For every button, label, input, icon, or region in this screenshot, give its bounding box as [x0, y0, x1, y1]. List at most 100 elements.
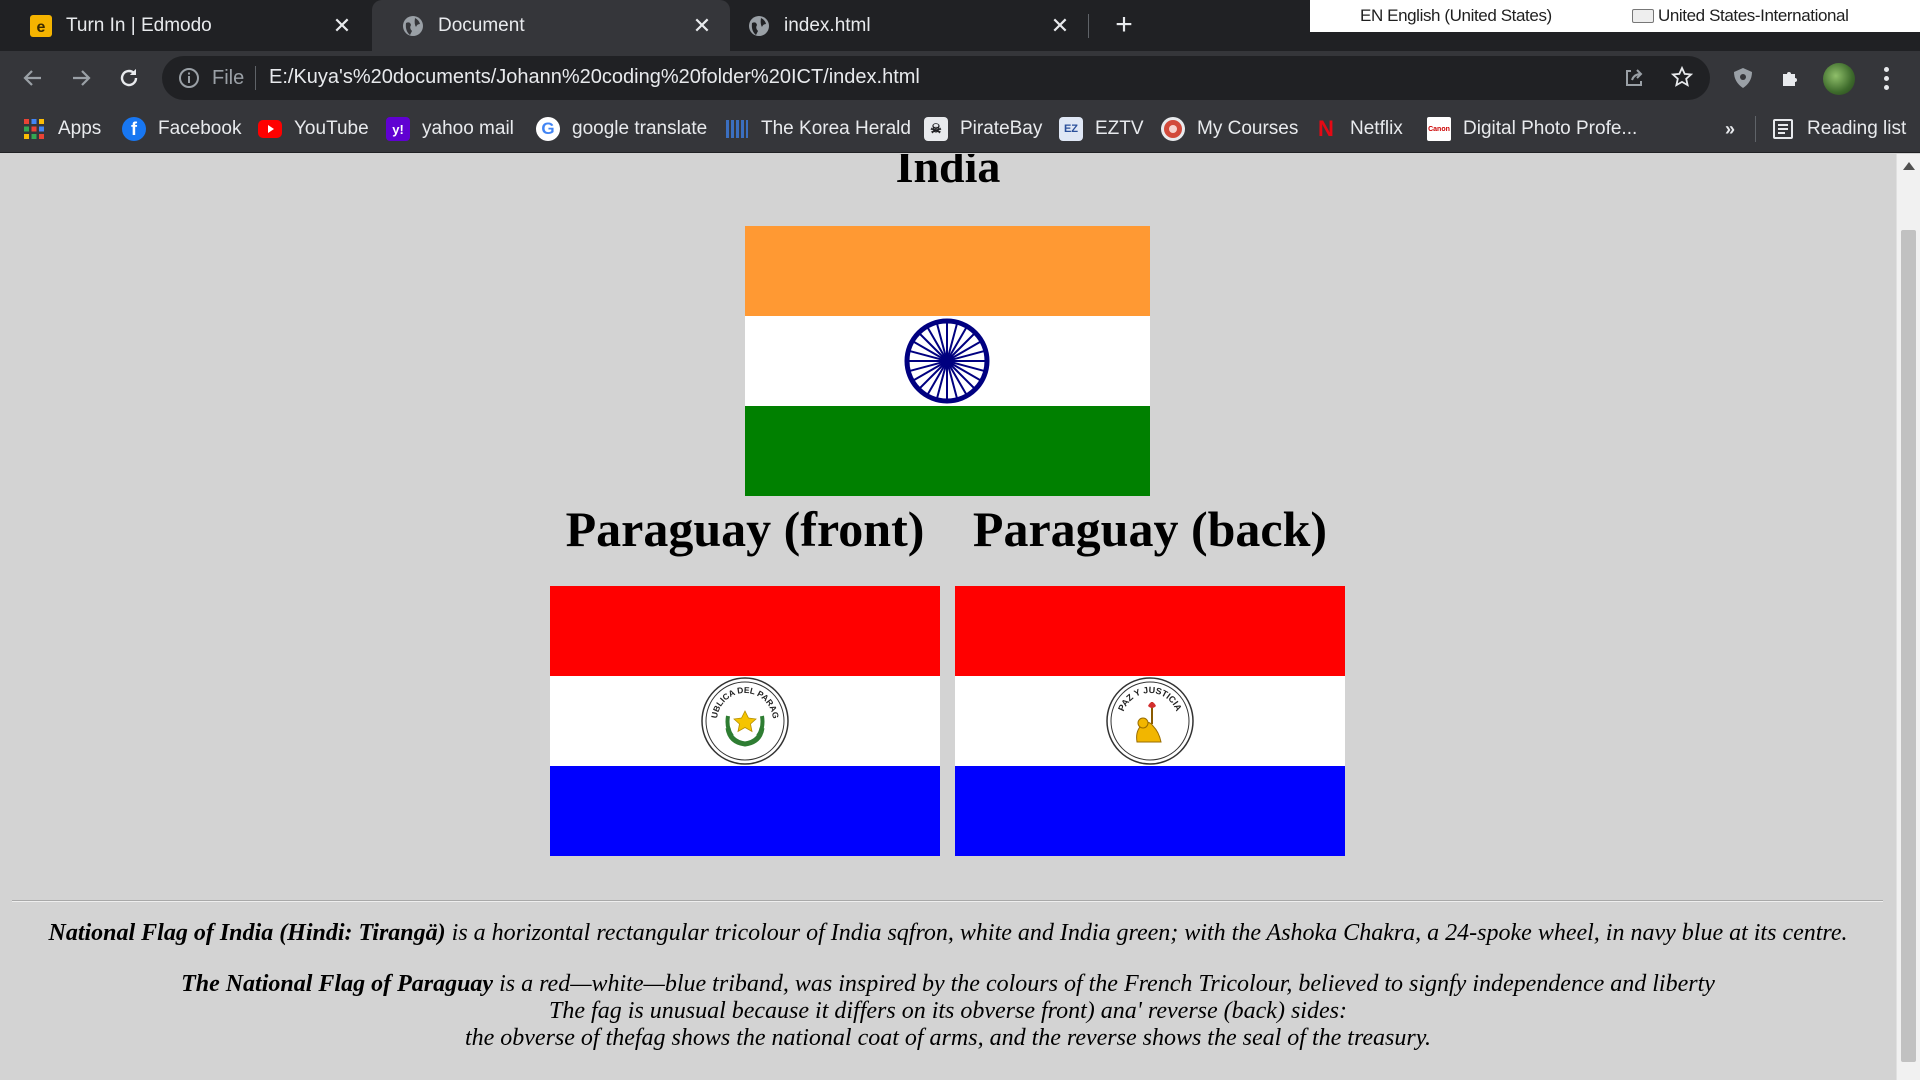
canon-icon: Canon — [1427, 117, 1451, 141]
forward-arrow-icon — [73, 70, 91, 86]
piratebay-icon: ☠ — [924, 117, 948, 141]
bookmark-facebook[interactable]: f Facebook — [122, 113, 241, 145]
bookmark-piratebay[interactable]: ☠ PirateBay — [924, 113, 1042, 145]
ashoka-chakra-icon — [904, 318, 990, 404]
close-icon[interactable]: ✕ — [328, 12, 356, 40]
paraguay-description-line-2: The fag is unusual because it differs on… — [549, 998, 1347, 1024]
keyboard-layout-indicator[interactable]: United States-International — [1632, 6, 1849, 26]
page-scrollbar[interactable] — [1896, 154, 1920, 1080]
bookmarks-bar: Apps f Facebook YouTube y! yahoo mail G … — [0, 105, 1920, 153]
bookmark-apps[interactable]: Apps — [22, 113, 101, 145]
saffron-stripe — [745, 226, 1150, 316]
close-icon[interactable]: ✕ — [688, 12, 716, 40]
google-icon: G — [536, 117, 560, 141]
heading-india: India — [895, 154, 1001, 192]
bookmark-label: yahoo mail — [422, 118, 514, 139]
bookmark-star-icon[interactable] — [1670, 65, 1694, 89]
forward-button[interactable] — [64, 61, 98, 95]
reading-list-icon — [1771, 117, 1795, 141]
bookmark-label: PirateBay — [960, 118, 1043, 139]
bookmark-google-translate[interactable]: G google translate — [536, 113, 707, 145]
share-icon[interactable] — [1622, 66, 1646, 90]
globe-icon — [748, 15, 770, 37]
shield-extension-icon[interactable] — [1728, 63, 1758, 93]
bookmark-label: YouTube — [294, 118, 369, 139]
tab-strip: e Turn In | Edmodo ✕ Document ✕ index.ht… — [0, 0, 1920, 51]
chakra-spoke — [919, 333, 944, 358]
bookmark-label: My Courses — [1197, 118, 1299, 139]
extensions-puzzle-icon[interactable] — [1776, 63, 1806, 93]
tab-document[interactable]: Document ✕ — [372, 0, 730, 51]
netflix-icon: N — [1318, 116, 1334, 141]
blue-stripe — [955, 766, 1345, 856]
apps-grid-icon — [22, 117, 46, 141]
svg-text:e: e — [37, 19, 46, 36]
facebook-icon: f — [122, 117, 146, 141]
bookmark-youtube[interactable]: YouTube — [258, 113, 369, 145]
bookmark-yahoo-mail[interactable]: y! yahoo mail — [386, 113, 514, 145]
bookmark-eztv[interactable]: EZ EZTV — [1059, 113, 1144, 145]
tab-label: Turn In | Edmodo — [66, 14, 212, 36]
paraguay-description-line-3: the obverse of thefag shows the national… — [464, 1025, 1432, 1051]
bookmark-label: Apps — [58, 118, 102, 139]
reload-icon — [120, 69, 138, 87]
scroll-up-arrow-icon[interactable] — [1903, 162, 1915, 170]
address-bar[interactable]: File E:/Kuya's%20documents/Johann%20codi… — [162, 56, 1710, 100]
bookmarks-separator — [1755, 116, 1756, 142]
new-tab-button[interactable]: + — [1108, 10, 1140, 42]
scrollbar-thumb[interactable] — [1901, 230, 1916, 1062]
paraguay-description-bold: The National Flag of Paraguay — [181, 971, 494, 997]
url-text[interactable]: E:/Kuya's%20documents/Johann%20coding%20… — [269, 66, 920, 89]
horizontal-rule — [12, 900, 1883, 902]
bookmark-netflix[interactable]: N Netflix — [1314, 113, 1403, 145]
chrome-menu-icon[interactable] — [1874, 63, 1898, 93]
bookmark-label: EZTV — [1095, 118, 1144, 139]
reading-list-label: Reading list — [1807, 118, 1907, 139]
close-icon[interactable]: ✕ — [1046, 12, 1074, 40]
info-icon[interactable] — [178, 67, 200, 89]
korea-herald-icon — [725, 117, 749, 141]
chakra-spoke — [950, 364, 975, 389]
profile-avatar[interactable] — [1823, 63, 1855, 95]
yahoo-icon: y! — [386, 117, 410, 141]
ime-language-bar: EN English (United States) United States… — [1310, 0, 1920, 32]
paraguay-description-text: is a red—white—blue triband, was inspire… — [493, 971, 1715, 997]
page-content: India Paraguay (front) Paraguay (back) R… — [0, 154, 1896, 1080]
bookmark-label: Facebook — [158, 118, 242, 139]
back-button[interactable] — [16, 61, 50, 95]
treasury-seal-emblem: PAZ Y JUSTICIA — [1106, 677, 1194, 765]
omnibox-separator — [255, 66, 256, 90]
bookmarks-overflow-button[interactable]: » — [1725, 113, 1735, 145]
red-stripe — [955, 586, 1345, 676]
india-description: National Flag of India (Hindi: Tirangä) … — [0, 919, 1896, 947]
reading-list-button[interactable]: Reading list — [1771, 113, 1906, 145]
tab-edmodo[interactable]: e Turn In | Edmodo ✕ — [0, 0, 370, 51]
tab-separator — [1088, 14, 1089, 38]
edmodo-icon: e — [30, 14, 52, 37]
tab-index-html[interactable]: index.html ✕ — [730, 0, 1088, 51]
bookmark-label: Digital Photo Profe... — [1463, 118, 1638, 139]
paraguay-description: The National Flag of Paraguay is a red—w… — [0, 970, 1896, 998]
bookmark-my-courses[interactable]: My Courses — [1161, 113, 1298, 145]
chakra-spoke — [919, 364, 944, 389]
india-flag-image — [745, 226, 1150, 496]
input-language-indicator[interactable]: EN English (United States) — [1360, 6, 1552, 26]
eztv-icon: EZ — [1059, 117, 1083, 141]
india-description-bold: National Flag of India (Hindi: Tirangä) — [48, 920, 446, 946]
paraguay-back-flag-image: PAZ Y JUSTICIA — [955, 586, 1345, 856]
green-stripe — [745, 406, 1150, 496]
reload-button[interactable] — [112, 61, 146, 95]
bookmark-korea-herald[interactable]: The Korea Herald — [725, 113, 911, 145]
heading-paraguay-back: Paraguay (back) — [972, 501, 1328, 557]
bookmark-label: google translate — [572, 118, 708, 139]
back-arrow-icon — [23, 70, 41, 86]
chakra-spoke — [950, 333, 975, 358]
bookmark-digital-photo[interactable]: Canon Digital Photo Profe... — [1427, 113, 1637, 145]
coat-of-arms-emblem: REPUBLICA DEL PARAGUAY — [700, 676, 789, 765]
youtube-icon — [258, 117, 282, 141]
my-courses-icon — [1161, 117, 1185, 141]
globe-icon — [402, 15, 424, 37]
bookmark-label: The Korea Herald — [761, 118, 911, 139]
heading-paraguay-front: Paraguay (front) — [565, 501, 925, 557]
tab-label: index.html — [784, 14, 871, 36]
